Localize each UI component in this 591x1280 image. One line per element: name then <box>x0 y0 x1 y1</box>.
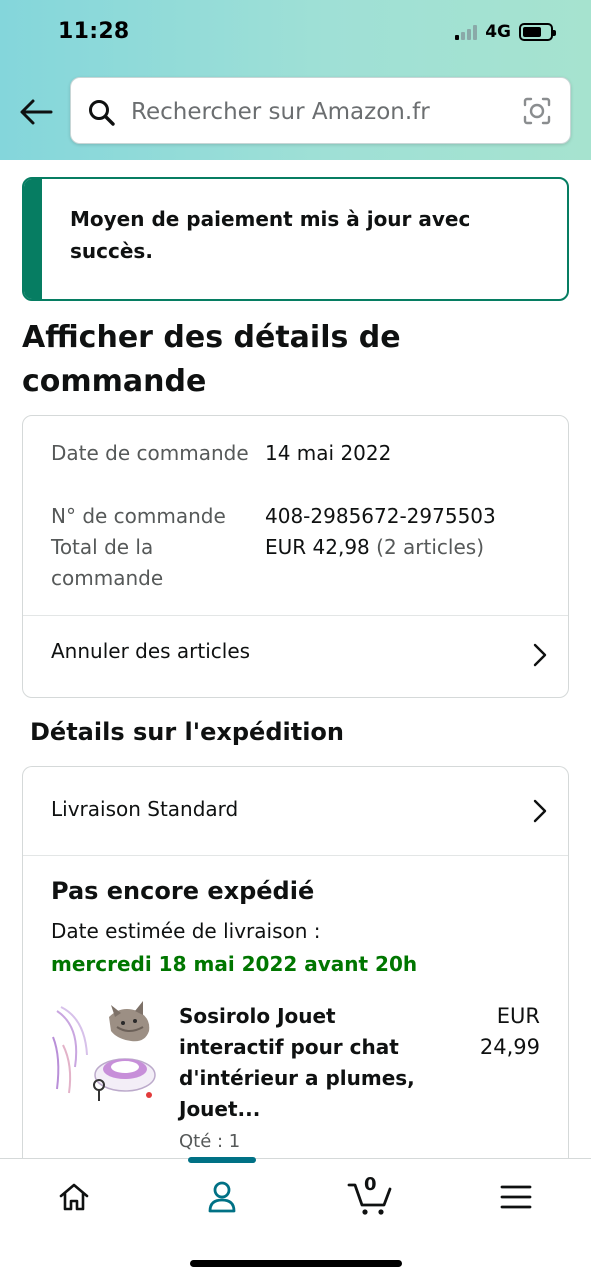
order-date-value: 14 mai 2022 <box>265 441 392 465</box>
home-indicator <box>190 1260 402 1267</box>
page-title: Afficher des détails de commande <box>22 320 401 399</box>
product-title[interactable]: Sosirolo Jouet interactif pour chat d'in… <box>179 1001 429 1125</box>
order-date-label: Date de commande <box>51 441 249 465</box>
battery-icon <box>519 23 556 41</box>
divider <box>23 855 568 856</box>
cancel-items-link[interactable]: Annuler des articles <box>23 615 568 695</box>
account-icon <box>208 1181 236 1213</box>
network-label: 4G <box>485 22 511 42</box>
arrow-left-icon <box>20 99 53 125</box>
product-price: EUR 24,99 <box>479 1004 540 1059</box>
product-quantity: Qté : 1 <box>179 1131 241 1152</box>
delivery-method-link[interactable]: Livraison Standard <box>23 767 568 855</box>
cart-count-badge: 0 <box>364 1174 377 1195</box>
order-total-value: EUR 42,98 (2 articles) <box>265 532 484 563</box>
signal-icon <box>455 24 478 40</box>
chevron-right-icon <box>533 799 547 823</box>
nav-menu[interactable] <box>486 1175 546 1219</box>
order-number-value: 408-2985672-2975503 <box>265 504 496 528</box>
nav-home[interactable] <box>44 1175 104 1219</box>
shipping-section-title: Détails sur l'expédition <box>30 718 344 746</box>
chevron-right-icon <box>533 643 547 667</box>
order-item-count: (2 articles) <box>376 535 484 559</box>
alert-message: Moyen de paiement mis à jour avec succès… <box>70 207 471 263</box>
active-tab-indicator <box>188 1157 256 1163</box>
search-placeholder: Rechercher sur Amazon.fr <box>131 99 430 125</box>
shipment-status: Pas encore expédié <box>51 877 315 905</box>
product-image[interactable] <box>51 997 159 1107</box>
nav-cart[interactable]: 0 <box>342 1174 398 1219</box>
search-input[interactable]: Rechercher sur Amazon.fr <box>70 77 571 144</box>
order-total-amount: EUR 42,98 <box>265 535 370 559</box>
eta-date: mercredi 18 mai 2022 avant 20h <box>51 952 418 976</box>
nav-account[interactable] <box>192 1175 252 1219</box>
order-summary-card: Date de commande 14 mai 2022 N° de comma… <box>22 415 569 698</box>
cat-toy-image <box>51 997 159 1107</box>
alert-accent-bar <box>24 179 42 299</box>
camera-search-icon[interactable] <box>522 96 552 126</box>
order-total-label: Total de la commande <box>51 535 164 590</box>
eta-label: Date estimée de livraison : <box>51 919 321 943</box>
status-time: 11:28 <box>58 19 130 44</box>
status-indicators: 4G <box>455 22 556 42</box>
search-icon <box>89 100 115 126</box>
cancel-items-label: Annuler des articles <box>51 639 251 663</box>
shipping-card: Livraison Standard Pas encore expédié Da… <box>22 766 569 1186</box>
hamburger-menu-icon <box>500 1185 532 1209</box>
order-number-label: N° de commande <box>51 504 226 528</box>
delivery-method-label: Livraison Standard <box>51 797 239 821</box>
success-alert: Moyen de paiement mis à jour avec succès… <box>22 177 569 301</box>
header: 11:28 4G Rechercher sur Amazon.fr <box>0 0 591 160</box>
back-button[interactable] <box>16 94 56 130</box>
home-icon <box>59 1183 89 1211</box>
